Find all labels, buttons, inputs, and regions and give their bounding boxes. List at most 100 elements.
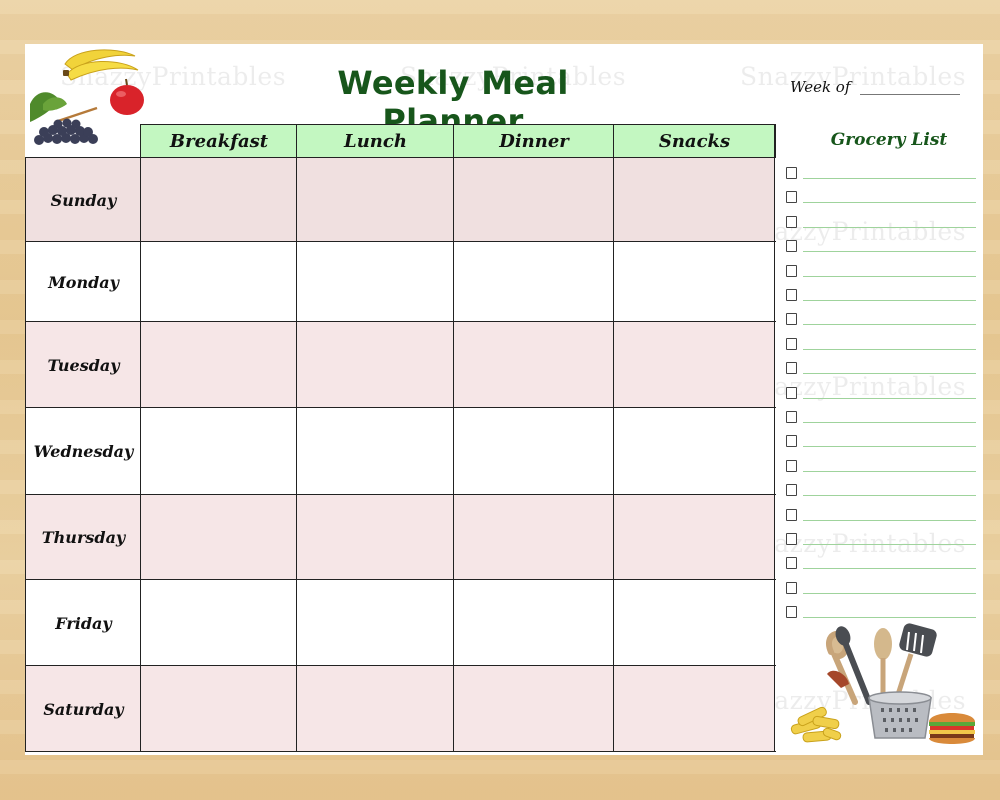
grid-line (25, 157, 26, 752)
grocery-item-field[interactable] (803, 397, 976, 399)
grocery-item-field[interactable] (803, 348, 976, 350)
grocery-checkbox[interactable] (786, 215, 797, 228)
grocery-checkbox[interactable] (786, 386, 797, 399)
grocery-item-field[interactable] (803, 300, 976, 301)
day-row-tuesday: Tuesday (26, 322, 775, 408)
meal-cell-thursday-lunch[interactable] (297, 495, 454, 580)
grid-line (25, 321, 776, 322)
column-header-dinner: Dinner (453, 124, 615, 158)
meal-planner-page: SnazzyPrintables SnazzyPrintables Snazzy… (25, 44, 983, 755)
grocery-item-field[interactable] (803, 495, 976, 497)
day-label: Friday (55, 613, 112, 633)
grocery-item-field[interactable] (803, 202, 976, 204)
grid-line (25, 157, 776, 158)
meal-cell-tuesday-breakfast[interactable] (141, 322, 297, 408)
grocery-item-field[interactable] (803, 592, 976, 594)
grocery-item-field[interactable] (803, 178, 976, 179)
grid-line (774, 124, 775, 752)
grocery-item-field[interactable] (803, 544, 976, 545)
meal-cell-saturday-snacks[interactable] (614, 666, 775, 752)
grocery-checkbox[interactable] (786, 557, 797, 570)
grocery-item-field[interactable] (803, 251, 976, 253)
meal-cell-monday-lunch[interactable] (297, 242, 454, 322)
grocery-checkbox[interactable] (786, 581, 797, 594)
column-header-snacks: Snacks (613, 124, 776, 158)
grocery-item-field[interactable] (803, 324, 976, 326)
grocery-checkbox[interactable] (786, 362, 797, 375)
meal-cell-monday-snacks[interactable] (614, 242, 775, 322)
meal-cell-wednesday-snacks[interactable] (614, 408, 775, 495)
grocery-item (786, 457, 976, 477)
grocery-checkbox[interactable] (786, 533, 797, 545)
kitchen-illustration (790, 623, 975, 744)
day-label: Sunday (50, 190, 117, 210)
grocery-item-field[interactable] (803, 519, 976, 521)
grocery-checkbox[interactable] (786, 289, 797, 301)
meal-cell-sunday-dinner[interactable] (454, 158, 614, 242)
meal-cell-thursday-dinner[interactable] (454, 495, 614, 580)
grocery-checkbox[interactable] (786, 508, 797, 521)
day-row-monday: Monday (26, 242, 775, 322)
day-label: Thursday (41, 528, 126, 547)
grid-line (25, 665, 776, 666)
meal-cell-wednesday-dinner[interactable] (454, 408, 614, 495)
grocery-item-field[interactable] (803, 422, 976, 423)
week-of-label: Week of (790, 78, 851, 96)
day-label: Tuesday (47, 355, 120, 375)
grocery-item (786, 286, 976, 306)
grid-line (25, 241, 776, 242)
meal-cell-saturday-lunch[interactable] (297, 666, 454, 752)
grocery-item-field[interactable] (803, 373, 976, 375)
grocery-checkbox[interactable] (786, 459, 797, 472)
watermark: SnazzyPrintables (740, 62, 967, 91)
meal-cell-friday-dinner[interactable] (454, 580, 614, 666)
grocery-item-field[interactable] (803, 568, 976, 570)
meal-cell-tuesday-lunch[interactable] (297, 322, 454, 408)
grocery-checkbox[interactable] (786, 435, 797, 448)
meal-cell-sunday-lunch[interactable] (297, 158, 454, 242)
grocery-checkbox[interactable] (786, 313, 797, 326)
meal-cell-thursday-snacks[interactable] (614, 495, 775, 580)
week-of-field[interactable] (860, 94, 960, 95)
grocery-checkbox[interactable] (786, 337, 797, 350)
grocery-list-title: Grocery List (830, 130, 948, 150)
meal-cell-saturday-dinner[interactable] (454, 666, 614, 752)
grocery-checkbox[interactable] (786, 191, 797, 204)
grocery-checkbox[interactable] (786, 264, 797, 277)
grocery-checkbox[interactable] (786, 411, 797, 423)
grid-line (25, 579, 776, 580)
meal-cell-thursday-breakfast[interactable] (141, 495, 297, 580)
meal-cell-saturday-breakfast[interactable] (141, 666, 297, 752)
grocery-item (786, 432, 976, 452)
meal-cell-wednesday-breakfast[interactable] (141, 408, 297, 495)
meal-cell-tuesday-dinner[interactable] (454, 322, 614, 408)
grocery-item (786, 237, 976, 257)
meal-cell-wednesday-lunch[interactable] (297, 408, 454, 495)
meal-cell-tuesday-snacks[interactable] (614, 322, 775, 408)
grocery-checkbox[interactable] (786, 167, 797, 179)
day-row-sunday: Sunday (26, 158, 775, 242)
burger-icon (929, 713, 975, 744)
grocery-checkbox[interactable] (786, 484, 797, 497)
grocery-item (786, 310, 976, 330)
meal-cell-monday-dinner[interactable] (454, 242, 614, 322)
meal-cell-monday-breakfast[interactable] (141, 242, 297, 322)
meal-cell-friday-snacks[interactable] (614, 580, 775, 666)
meal-cell-sunday-breakfast[interactable] (141, 158, 297, 242)
grocery-item-field[interactable] (803, 226, 976, 228)
grid-line (453, 124, 454, 752)
grocery-checkbox[interactable] (786, 240, 797, 253)
meal-cell-friday-lunch[interactable] (297, 580, 454, 666)
grocery-checkbox[interactable] (786, 606, 797, 619)
utensil-holder-icon (826, 623, 937, 739)
grocery-item (786, 164, 976, 184)
grocery-item-field[interactable] (803, 275, 976, 277)
grocery-item-field[interactable] (803, 446, 976, 448)
grid-line (25, 494, 776, 495)
meal-cell-sunday-snacks[interactable] (614, 158, 775, 242)
grocery-item (786, 188, 976, 208)
meal-cell-friday-breakfast[interactable] (141, 580, 297, 666)
grocery-item-field[interactable] (803, 470, 976, 472)
grocery-item-field[interactable] (803, 617, 976, 619)
grapes-icon (30, 92, 98, 145)
